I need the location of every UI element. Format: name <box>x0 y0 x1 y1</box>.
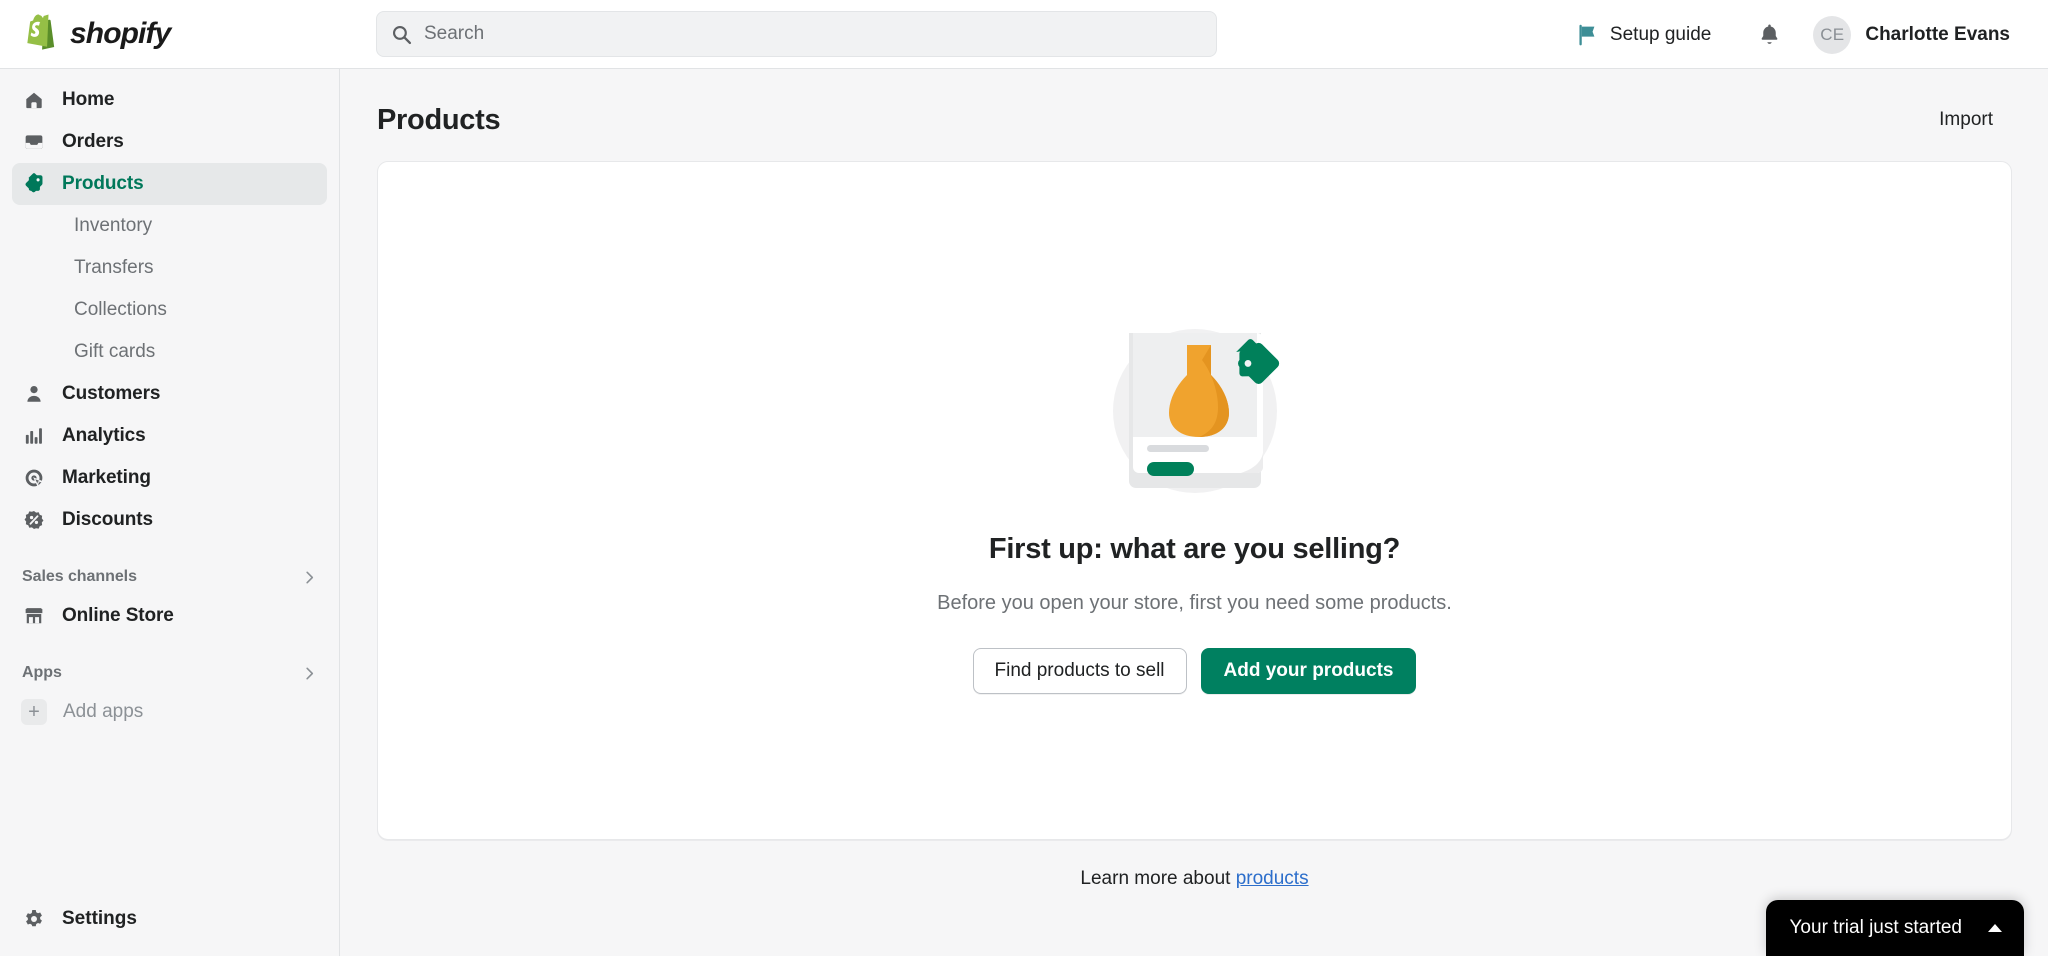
sidebar-item-home[interactable]: Home <box>12 79 327 121</box>
home-icon <box>22 88 46 112</box>
caret-up-icon <box>1988 924 2002 932</box>
sidebar-item-label: Products <box>62 173 144 194</box>
products-empty-state-card: First up: what are you selling? Before y… <box>377 161 2012 840</box>
empty-state-actions: Find products to sell Add your products <box>972 648 1417 694</box>
sidebar-item-settings[interactable]: Settings <box>12 898 327 940</box>
chevron-right-icon <box>306 667 314 679</box>
sidebar-item-discounts[interactable]: Discounts <box>12 499 327 541</box>
sidebar-item-label: Orders <box>62 131 124 152</box>
learn-more-footer: Learn more about products <box>341 868 2048 890</box>
product-tag-icon <box>22 172 46 196</box>
avatar: CE <box>1813 15 1852 54</box>
sidebar-divider-gap <box>0 541 339 559</box>
notifications-button[interactable] <box>1745 11 1793 59</box>
flag-icon <box>1579 24 1595 46</box>
empty-state-title: First up: what are you selling? <box>988 533 1401 565</box>
sidebar-divider-gap-2 <box>0 637 339 655</box>
sidebar-subitem-label: Transfers <box>74 257 154 278</box>
sidebar-subitem-label: Inventory <box>74 215 153 236</box>
sidebar-subitem-label: Collections <box>74 299 167 320</box>
sidebar: Home Orders Products Inventory Transfers… <box>0 69 340 956</box>
sidebar-section-apps[interactable]: Apps <box>0 655 339 691</box>
add-your-products-button[interactable]: Add your products <box>1200 648 1417 694</box>
search-icon <box>392 25 412 44</box>
page-title: Products <box>377 103 501 136</box>
top-bar-actions: Setup guide CE Charlotte Evans <box>1564 0 2020 69</box>
sidebar-item-label: Settings <box>62 908 137 929</box>
setup-guide-label: Setup guide <box>1609 23 1712 45</box>
megaphone-target-icon <box>22 466 46 490</box>
bell-icon <box>1761 24 1778 44</box>
sidebar-primary-nav: Home Orders Products Inventory Transfers… <box>0 69 339 541</box>
sidebar-item-orders[interactable]: Orders <box>12 121 327 163</box>
discount-percent-icon <box>22 508 46 532</box>
empty-state-subtitle: Before you open your store, first you ne… <box>937 592 1452 614</box>
sidebar-section-title: Apps <box>22 664 62 681</box>
sidebar-item-label: Add apps <box>63 701 144 722</box>
orders-inbox-icon <box>22 130 46 154</box>
sidebar-item-online-store[interactable]: Online Store <box>12 595 327 637</box>
sidebar-item-label: Home <box>62 89 115 110</box>
sidebar-item-gift-cards[interactable]: Gift cards <box>24 331 315 373</box>
shopify-logo-text: shopify <box>70 17 171 50</box>
sidebar-subitem-label: Gift cards <box>74 341 156 362</box>
sidebar-item-analytics[interactable]: Analytics <box>12 415 327 457</box>
product-card-vase-tag-illustration <box>1087 307 1303 507</box>
sidebar-section-title: Sales channels <box>22 568 137 585</box>
shopify-logo[interactable]: shopify <box>0 0 340 69</box>
plus-icon: + <box>21 699 47 725</box>
shopify-bag-icon <box>27 14 55 50</box>
sidebar-item-label: Marketing <box>62 467 151 488</box>
search-placeholder: Search <box>424 23 485 44</box>
search-input[interactable]: Search <box>376 11 1217 57</box>
trial-banner[interactable]: Your trial just started <box>1765 900 2024 956</box>
person-icon <box>22 382 46 406</box>
user-menu-button[interactable]: CE Charlotte Evans <box>1807 10 2020 60</box>
user-name: Charlotte Evans <box>1865 23 2010 45</box>
page-header: Products Import <box>341 69 2048 137</box>
sidebar-item-label: Online Store <box>62 605 174 626</box>
products-help-link[interactable]: products <box>1236 868 1309 889</box>
storefront-icon <box>22 604 46 628</box>
chevron-right-icon <box>306 571 314 583</box>
sidebar-sales-channels-list: Online Store <box>0 595 339 637</box>
sidebar-item-add-apps[interactable]: + Add apps <box>12 691 327 733</box>
learn-more-text: Learn more about <box>1080 868 1231 889</box>
trial-banner-label: Your trial just started <box>1789 917 1963 938</box>
sidebar-item-marketing[interactable]: Marketing <box>12 457 327 499</box>
sidebar-item-products[interactable]: Products <box>12 163 327 205</box>
sidebar-item-inventory[interactable]: Inventory <box>24 205 315 247</box>
main-content: Products Import First up: what are you s… <box>341 69 2048 956</box>
sidebar-item-label: Customers <box>62 383 161 404</box>
find-products-to-sell-button[interactable]: Find products to sell <box>972 648 1187 694</box>
sidebar-products-subnav: Inventory Transfers Collections Gift car… <box>12 205 327 373</box>
bar-chart-icon <box>22 424 46 448</box>
sidebar-section-sales-channels[interactable]: Sales channels <box>0 559 339 595</box>
sidebar-item-customers[interactable]: Customers <box>12 373 327 415</box>
top-bar: shopify Search Setup guide CE Charlotte … <box>0 0 2048 69</box>
sidebar-item-collections[interactable]: Collections <box>24 289 315 331</box>
setup-guide-button[interactable]: Setup guide <box>1564 15 1723 54</box>
gear-icon <box>22 907 46 931</box>
import-button[interactable]: Import <box>1929 103 2003 137</box>
sidebar-item-label: Discounts <box>62 509 153 530</box>
sidebar-item-label: Analytics <box>62 425 146 446</box>
sidebar-item-transfers[interactable]: Transfers <box>24 247 315 289</box>
